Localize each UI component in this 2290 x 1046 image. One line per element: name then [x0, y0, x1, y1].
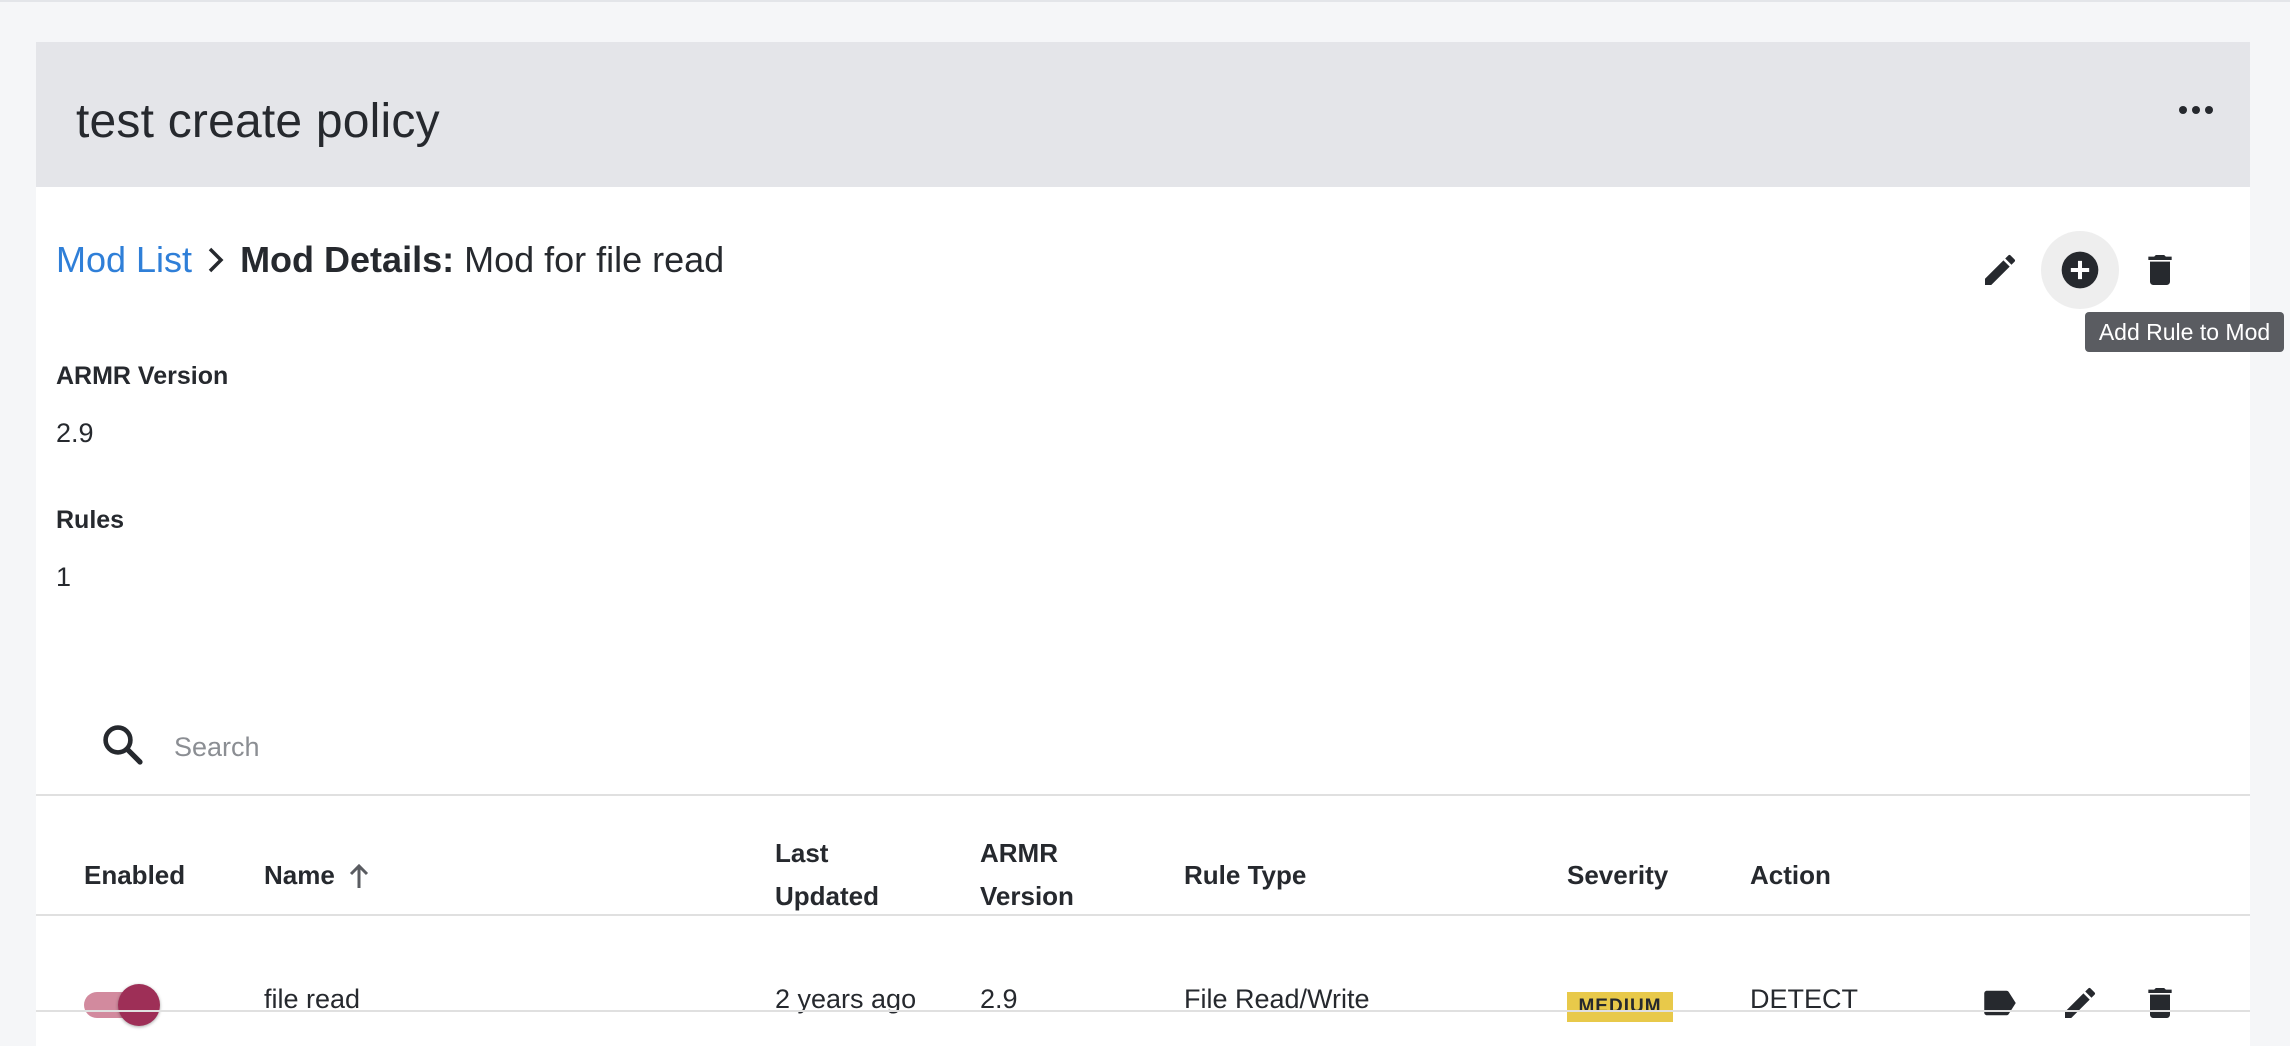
trash-icon: [2148, 255, 2172, 285]
rule-delete-button[interactable]: [2121, 964, 2199, 1042]
more-options-button[interactable]: [2166, 90, 2226, 130]
severity-badge: MEDIUM: [1567, 992, 1673, 1022]
table-row-border: [36, 1010, 2250, 1012]
column-header-rule-type[interactable]: Rule Type: [1184, 854, 1306, 897]
rule-edit-button[interactable]: [2041, 964, 2119, 1042]
table-top-border: [36, 794, 2250, 796]
policy-header: test create policy: [36, 42, 2250, 187]
column-header-name[interactable]: Name: [264, 854, 371, 897]
breadcrumb-current-label: Mod Details:: [240, 239, 455, 280]
column-header-enabled[interactable]: Enabled: [84, 854, 185, 897]
column-header-last-updated[interactable]: Last Updated: [775, 832, 879, 918]
column-header-armr-version[interactable]: ARMR Version: [980, 832, 1074, 918]
arrow-up-icon: [349, 863, 368, 888]
column-header-last-updated-line2: Updated: [775, 881, 879, 911]
rules-count-value: 1: [56, 562, 72, 592]
column-header-armr-line1: ARMR: [980, 838, 1058, 868]
add-rule-button[interactable]: [2041, 231, 2119, 309]
search-input[interactable]: [172, 724, 1076, 770]
tag-icon: [1984, 990, 2016, 1016]
column-header-action[interactable]: Action: [1750, 854, 1831, 897]
breadcrumb-current-value: Mod for file read: [464, 239, 725, 280]
column-header-armr-line2: Version: [980, 881, 1074, 911]
policy-title: test create policy: [76, 95, 440, 148]
edit-mod-button[interactable]: [1961, 231, 2039, 309]
trash-icon: [2148, 988, 2172, 1018]
pencil-icon: [2065, 987, 2096, 1018]
rule-enabled-toggle[interactable]: [84, 984, 164, 1026]
policy-card: test create policy Mod List Mod Details:…: [36, 42, 2284, 1046]
delete-mod-button[interactable]: [2121, 231, 2199, 309]
pencil-icon: [1985, 254, 2016, 285]
column-header-last-updated-line1: Last: [775, 838, 829, 868]
top-border: [0, 0, 2290, 2]
rules-label: Rules: [56, 506, 125, 534]
chevron-right-icon: [192, 240, 240, 280]
column-header-severity[interactable]: Severity: [1567, 854, 1668, 897]
table-header-border: [36, 914, 2250, 916]
add-rule-tooltip: Add Rule to Mod: [2085, 312, 2284, 352]
armr-version-label: ARMR Version: [56, 362, 229, 390]
more-horizontal-icon: [2177, 106, 2216, 114]
armr-version-value: 2.9: [56, 418, 94, 448]
plus-circle-icon: [2061, 251, 2099, 289]
breadcrumb-mod-list-link[interactable]: Mod List: [56, 239, 192, 281]
breadcrumb: Mod List Mod Details: Mod for file read: [56, 230, 724, 290]
search-icon: [98, 720, 146, 768]
column-header-name-label: Name: [264, 860, 335, 890]
rule-tag-button[interactable]: [1961, 964, 2039, 1042]
